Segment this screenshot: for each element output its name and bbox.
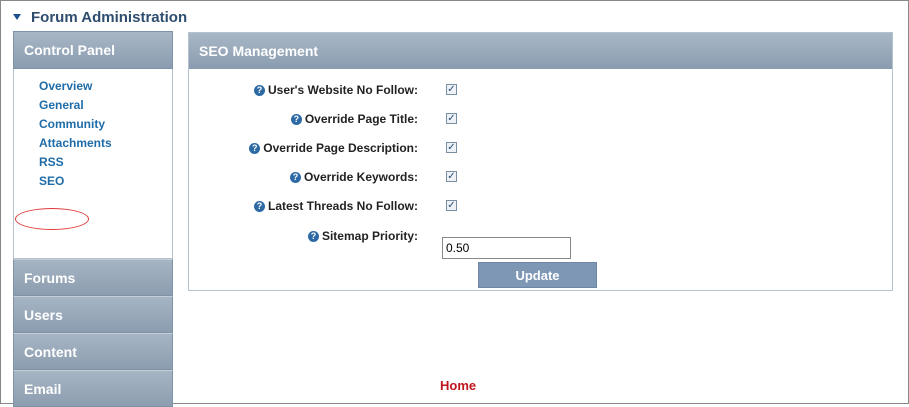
update-button[interactable]: Update bbox=[478, 262, 597, 288]
sidebar-section-label: Email bbox=[24, 380, 62, 397]
setting-label-text: Override Page Description: bbox=[263, 141, 418, 155]
sidebar-link-general[interactable]: General bbox=[39, 96, 172, 115]
override-keywords-checkbox[interactable]: ✓ bbox=[446, 171, 457, 182]
sidebar-section-label: Content bbox=[24, 343, 77, 360]
seo-panel-header: SEO Management bbox=[189, 33, 892, 69]
setting-row-override-title: ? Override Page Title: ✓ bbox=[189, 109, 894, 129]
help-icon[interactable]: ? bbox=[249, 142, 261, 154]
seo-panel-title: SEO Management bbox=[199, 43, 319, 59]
sidebar-section-content[interactable]: Content bbox=[13, 333, 173, 370]
setting-label-text: Override Keywords: bbox=[303, 170, 418, 184]
setting-label: ? Override Page Title: bbox=[290, 109, 418, 129]
sidebar-link-rss[interactable]: RSS bbox=[39, 153, 172, 172]
setting-row-override-description: ? Override Page Description: ✓ bbox=[189, 138, 894, 158]
setting-label-text: Sitemap Priority: bbox=[321, 229, 418, 243]
seo-highlight-circle bbox=[15, 208, 89, 230]
sidebar-link-seo[interactable]: SEO bbox=[39, 172, 172, 191]
sitemap-priority-input[interactable] bbox=[442, 237, 571, 259]
setting-row-latest-threads-no-follow: ? Latest Threads No Follow: ✓ bbox=[189, 196, 894, 216]
setting-label: ? Override Keywords: bbox=[289, 167, 418, 187]
page-title-text: Forum Administration bbox=[31, 8, 188, 26]
sidebar-link-overview[interactable]: Overview bbox=[39, 77, 172, 96]
control-panel-title: Control Panel bbox=[24, 42, 116, 58]
update-button-label: Update bbox=[515, 267, 560, 283]
setting-label-text: Override Page Title: bbox=[304, 112, 418, 126]
home-link[interactable]: Home bbox=[440, 378, 476, 393]
help-icon[interactable]: ? bbox=[290, 113, 302, 125]
help-icon[interactable]: ? bbox=[307, 230, 319, 242]
setting-label-text: User's Website No Follow: bbox=[268, 83, 418, 97]
setting-label: ? Sitemap Priority: bbox=[307, 226, 418, 246]
sidebar-section-users[interactable]: Users bbox=[13, 296, 173, 333]
control-panel-header[interactable]: Control Panel bbox=[13, 31, 173, 69]
help-icon[interactable]: ? bbox=[253, 200, 265, 212]
sidebar-section-label: Forums bbox=[24, 269, 76, 286]
setting-row-override-keywords: ? Override Keywords: ✓ bbox=[189, 167, 894, 187]
override-description-checkbox[interactable]: ✓ bbox=[446, 142, 457, 153]
page-title[interactable]: Forum Administration bbox=[13, 7, 187, 27]
collapse-triangle-icon[interactable] bbox=[13, 14, 21, 20]
help-icon[interactable]: ? bbox=[289, 171, 301, 183]
setting-label: ? User's Website No Follow: bbox=[254, 80, 418, 100]
seo-management-panel: SEO Management ? User's Website No Follo… bbox=[188, 32, 893, 291]
sidebar-section-forums[interactable]: Forums bbox=[13, 259, 173, 296]
control-panel-links: Overview General Community Attachments R… bbox=[13, 69, 173, 259]
sidebar-link-community[interactable]: Community bbox=[39, 115, 172, 134]
page-frame: Forum Administration Control Panel Overv… bbox=[0, 0, 909, 407]
override-title-checkbox[interactable]: ✓ bbox=[446, 113, 457, 124]
setting-row-website-no-follow: ? User's Website No Follow: ✓ bbox=[189, 80, 894, 100]
sidebar: Control Panel Overview General Community… bbox=[13, 31, 173, 407]
setting-label-text: Latest Threads No Follow: bbox=[267, 199, 418, 213]
latest-threads-no-follow-checkbox[interactable]: ✓ bbox=[446, 200, 457, 211]
website-no-follow-checkbox[interactable]: ✓ bbox=[446, 84, 457, 95]
sidebar-section-email[interactable]: Email bbox=[13, 370, 173, 407]
sidebar-section-label: Users bbox=[24, 306, 63, 323]
setting-label: ? Latest Threads No Follow: bbox=[253, 196, 418, 216]
setting-label: ? Override Page Description: bbox=[249, 138, 418, 158]
help-icon[interactable]: ? bbox=[254, 84, 265, 96]
sidebar-link-attachments[interactable]: Attachments bbox=[39, 134, 172, 153]
